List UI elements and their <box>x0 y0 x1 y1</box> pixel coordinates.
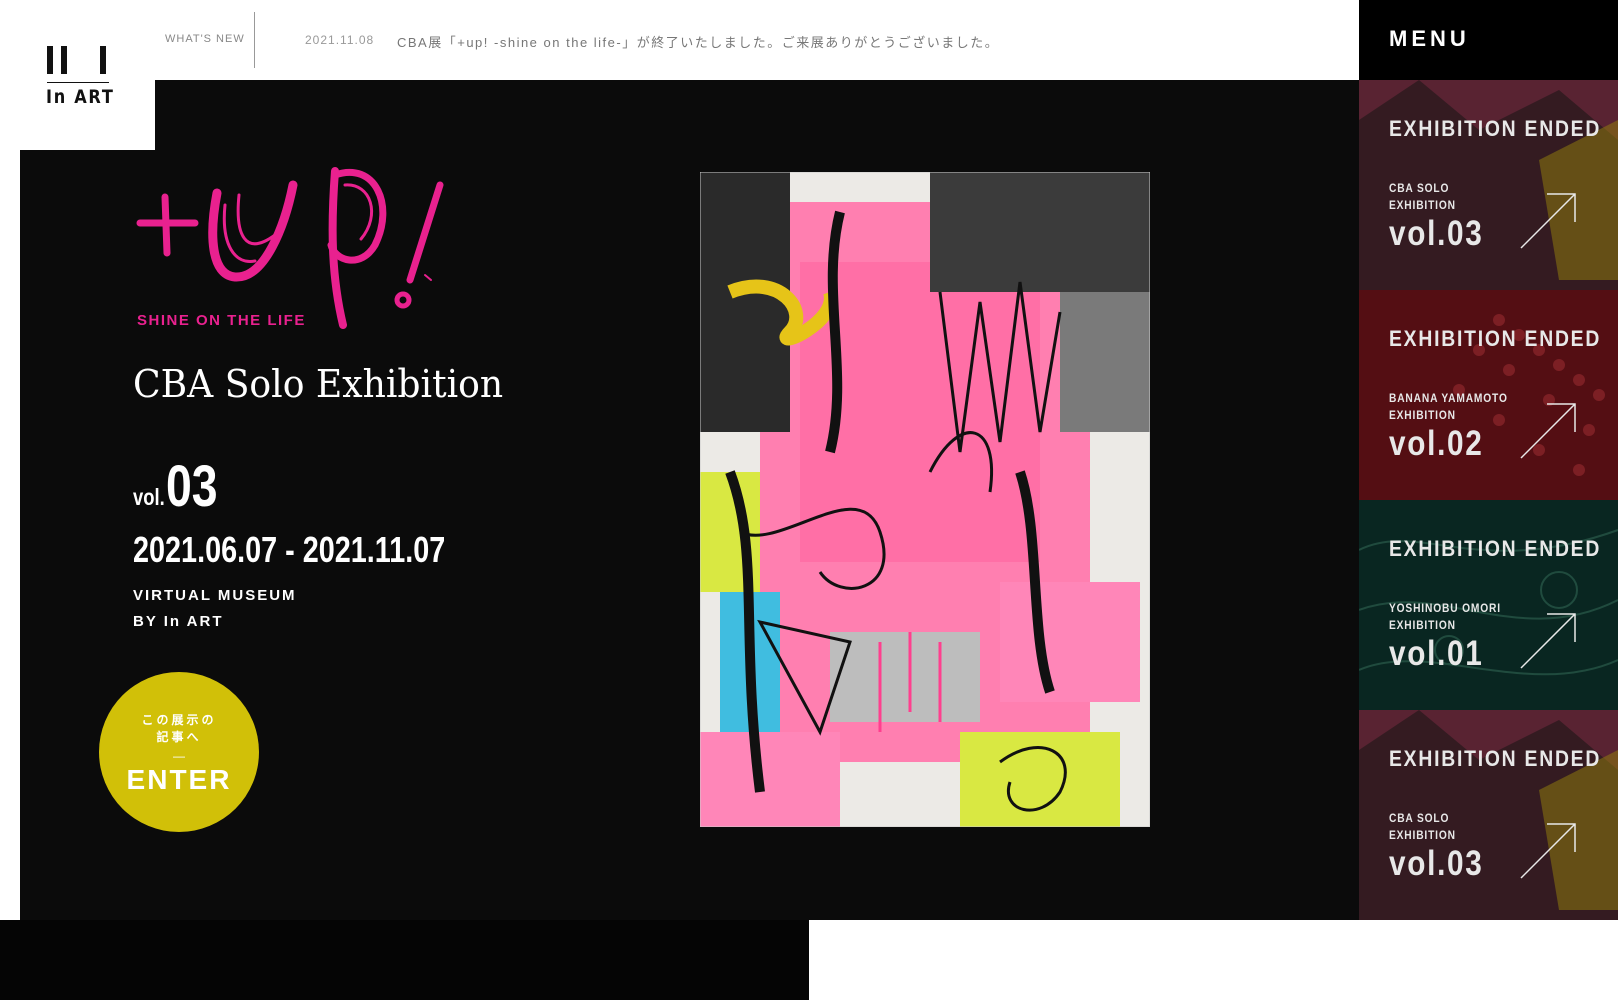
card-name-line: CBA SOLO <box>1389 811 1450 825</box>
enter-jp-text: この展示の 記事へ <box>99 712 259 746</box>
venue-line: BY In ART <box>133 613 224 630</box>
artwork-image <box>700 172 1150 827</box>
menu-label: MENU <box>1389 26 1470 51</box>
card-name-line: EXHIBITION <box>1389 408 1456 422</box>
footer-strip <box>0 920 809 1000</box>
card-name: CBA SOLO EXHIBITION <box>1389 180 1456 214</box>
card-name-line: EXHIBITION <box>1389 618 1456 632</box>
arrow-icon <box>1520 823 1576 879</box>
card-name: YOSHINOBU OMORI EXHIBITION <box>1389 600 1501 634</box>
card-vol: vol.03 <box>1389 844 1484 883</box>
logo-text: In ART <box>46 86 115 108</box>
card-name-line: YOSHINOBU OMORI <box>1389 601 1501 615</box>
exhibition-card[interactable]: EXHIBITION ENDED CBA SOLO EXHIBITION vol… <box>1359 710 1618 920</box>
card-status: EXHIBITION ENDED <box>1389 326 1602 351</box>
card-status: EXHIBITION ENDED <box>1389 536 1602 561</box>
exhibition-card[interactable]: EXHIBITION ENDED BANANA YAMAMOTO EXHIBIT… <box>1359 290 1618 500</box>
arrow-icon <box>1520 193 1576 249</box>
card-vol: vol.03 <box>1389 214 1484 253</box>
logo-mark-icon <box>47 46 111 76</box>
logo-rule <box>47 82 109 83</box>
menu-button[interactable]: MENU <box>1359 0 1618 80</box>
card-vol: vol.02 <box>1389 424 1484 463</box>
card-name: CBA SOLO EXHIBITION <box>1389 810 1456 844</box>
venue-line: VIRTUAL MUSEUM <box>133 587 297 604</box>
enter-button[interactable]: この展示の 記事へ — ENTER <box>99 672 259 832</box>
vol-prefix: vol. <box>133 484 165 510</box>
venue: VIRTUAL MUSEUM BY In ART <box>133 583 297 635</box>
news-link[interactable]: CBA展「+up! -shine on the life-」が終了いたしました。… <box>397 32 999 51</box>
up-logo-icon <box>136 167 444 329</box>
whats-new-label: WHAT'S NEW <box>165 33 245 45</box>
enter-label: ENTER <box>126 764 232 795</box>
card-name-line: BANANA YAMAMOTO <box>1389 391 1508 405</box>
exhibition-title: CBA Solo Exhibition <box>133 362 504 406</box>
news-divider <box>254 12 255 68</box>
site-logo[interactable]: In ART <box>0 0 155 150</box>
card-name-line: CBA SOLO <box>1389 181 1450 195</box>
enter-jp-line: この展示の <box>141 713 217 727</box>
enter-dash: — <box>173 749 185 763</box>
news-bar: WHAT'S NEW 2021.11.08 CBA展「+up! -shine o… <box>155 0 1359 80</box>
vol-number: 03 <box>166 454 218 519</box>
card-status: EXHIBITION ENDED <box>1389 746 1602 771</box>
arrow-icon <box>1520 403 1576 459</box>
card-vol: vol.01 <box>1389 634 1484 673</box>
news-date: 2021.11.08 <box>305 33 375 47</box>
card-name-line: EXHIBITION <box>1389 198 1456 212</box>
card-status: EXHIBITION ENDED <box>1389 116 1602 141</box>
arrow-icon <box>1520 613 1576 669</box>
enter-jp-line: 記事へ <box>156 730 202 744</box>
tagline: SHINE ON THE LIFE <box>137 312 306 329</box>
exhibition-card[interactable]: EXHIBITION ENDED YOSHINOBU OMORI EXHIBIT… <box>1359 500 1618 710</box>
exhibition-card[interactable]: EXHIBITION ENDED CBA SOLO EXHIBITION vol… <box>1359 80 1618 290</box>
exhibition-dates: 2021.06.07 - 2021.11.07 <box>133 529 446 570</box>
card-name: BANANA YAMAMOTO EXHIBITION <box>1389 390 1508 424</box>
card-name-line: EXHIBITION <box>1389 828 1456 842</box>
